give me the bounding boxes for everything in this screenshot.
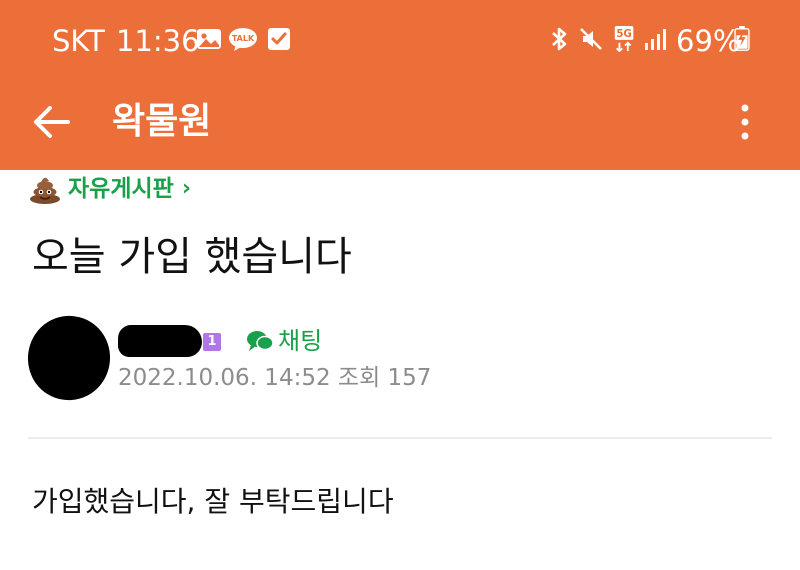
checkbox-icon [268,28,290,50]
chevron-right-icon: › [181,176,191,201]
poop-emoji-icon [30,177,60,204]
author-name-redacted[interactable] [118,325,202,357]
divider [28,437,772,439]
mute-icon [580,28,602,50]
chat-bubble-icon [247,331,274,351]
5g-icon: 5G [614,26,634,52]
avatar[interactable] [22,310,116,406]
orange-header: SKT 11:36 TALK 5G 69% 왁물원 [0,0,800,170]
status-bar: SKT 11:36 TALK 5G 69% [0,0,800,80]
kakaotalk-icon: TALK [229,28,257,51]
more-vert-icon[interactable] [730,98,760,146]
post-meta: 2022.10.06. 14:52 조회 157 [118,365,432,391]
bluetooth-icon [552,27,567,51]
battery-charging-icon [734,26,750,51]
app-bar: 왁물원 [0,80,800,170]
arrow-left-icon[interactable] [30,100,74,144]
kakao-badge-text: TALK [232,34,255,43]
board-link[interactable]: 자유게시판 › [28,172,191,206]
chat-label: 채팅 [278,327,323,355]
level-badge: 1 [203,333,221,351]
battery-percent: 69% [676,24,741,58]
signal-icon [645,29,666,50]
chat-button[interactable]: 채팅 [246,325,322,357]
post-title: 오늘 가입 했습니다 [32,234,352,280]
status-time: 11:36 [116,24,200,58]
carrier-label: SKT [52,24,105,58]
app-title: 왁물원 [112,101,212,142]
network-label: 5G [616,29,631,40]
post-body: 가입했습니다, 잘 부탁드립니다 [32,485,394,518]
board-label: 자유게시판 [68,176,174,202]
gallery-icon [197,29,221,49]
